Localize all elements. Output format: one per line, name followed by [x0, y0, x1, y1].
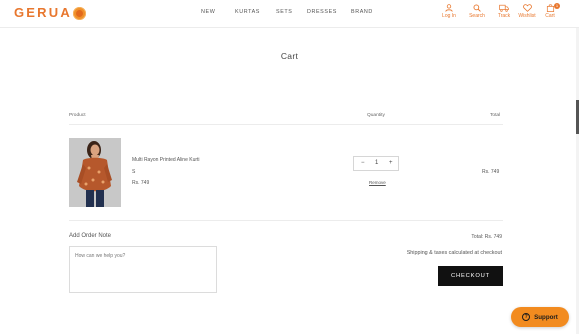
nav-item-kurtas[interactable]: KURTAS — [235, 9, 260, 15]
cart-total: Total: Rs. 749 — [471, 234, 502, 240]
cart-button[interactable]: 1 Cart — [539, 3, 561, 19]
line-total: Rs. 749 — [482, 169, 500, 175]
nav-item-sets[interactable]: SETS — [276, 9, 292, 15]
page-title: Cart — [280, 51, 299, 61]
track-label: Track — [497, 13, 511, 19]
checkout-button[interactable]: CHECKOUT — [438, 266, 503, 286]
search-label: Search — [469, 13, 485, 19]
logo-text: GERUA — [14, 5, 72, 20]
track-button[interactable]: Track — [493, 4, 515, 19]
column-header-product: Product — [69, 113, 86, 118]
wishlist-button[interactable]: Wishlist — [516, 4, 538, 19]
product-name[interactable]: Multi Rayon Printed Aline Kurti — [132, 157, 200, 163]
column-header-total: Total — [490, 113, 501, 118]
product-price: Rs. 749 — [132, 180, 150, 186]
wishlist-label: Wishlist — [518, 13, 536, 19]
item-divider — [69, 220, 503, 221]
heart-icon — [522, 4, 532, 12]
remove-link[interactable]: Remove — [369, 180, 386, 185]
nav-item-dresses[interactable]: DRESSES — [307, 9, 337, 15]
logo-sun-icon — [72, 6, 86, 20]
cart-label: Cart — [545, 13, 555, 19]
truck-icon — [499, 4, 509, 12]
support-button[interactable]: ? Support — [511, 307, 569, 327]
nav-item-brand[interactable]: BRAND — [351, 9, 373, 15]
site-header: GERUA NEW KURTAS SETS DRESSES BRAND Log … — [0, 0, 579, 28]
search-icon — [473, 4, 481, 12]
qty-value[interactable]: 1 — [375, 160, 378, 166]
cart-count-badge: 1 — [554, 3, 560, 9]
quantity-stepper: − 1 + — [353, 156, 399, 171]
user-icon — [445, 4, 453, 12]
column-header-quantity: Quantity — [367, 113, 385, 118]
help-icon: ? — [522, 313, 531, 321]
kurti-photo-icon — [69, 138, 121, 207]
qty-decrease-button[interactable]: − — [361, 160, 365, 166]
order-note-label: Add Order Note — [69, 233, 112, 239]
product-size: S — [132, 169, 136, 175]
header-divider — [69, 124, 503, 125]
qty-increase-button[interactable]: + — [389, 160, 393, 166]
search-button[interactable]: Search — [466, 4, 488, 19]
order-note-field[interactable] — [69, 246, 217, 293]
product-image[interactable] — [69, 138, 121, 207]
login-button[interactable]: Log In — [438, 4, 460, 19]
shipping-note: Shipping & taxes calculated at checkout — [406, 250, 502, 256]
support-label: Support — [534, 313, 558, 321]
nav-item-new[interactable]: NEW — [201, 9, 215, 15]
gerua-logo[interactable]: GERUA — [14, 5, 86, 21]
login-label: Log In — [442, 13, 456, 19]
